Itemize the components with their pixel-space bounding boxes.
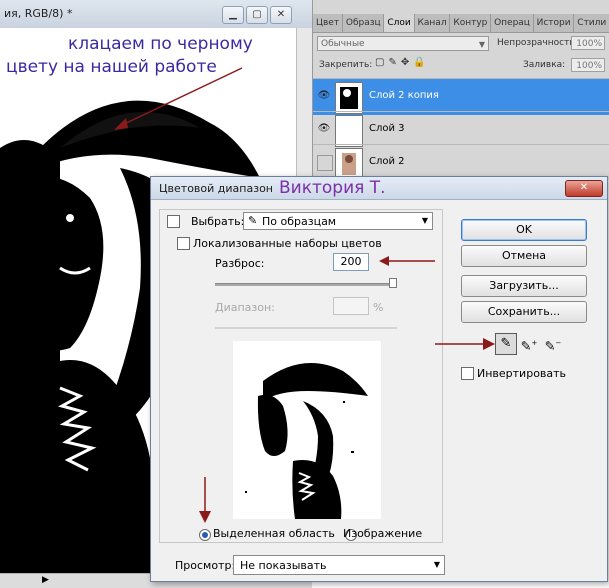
layer-name: Слой 2 копия: [369, 90, 439, 101]
blend-mode-value: Обычные: [321, 39, 365, 49]
tab-styles[interactable]: Стили: [574, 14, 609, 32]
fill-input[interactable]: 100%: [571, 58, 605, 72]
annotation-arrow-to-artwork-icon: [114, 67, 243, 130]
range-unit: %: [373, 301, 384, 314]
preview-dropdown[interactable]: Не показывать ▼: [233, 555, 445, 575]
chevron-down-icon: ▼: [433, 560, 440, 569]
tab-swatches[interactable]: Образц: [343, 14, 385, 32]
document-titlebar[interactable]: ия, RGB/8) * ▁ ▢ ✕: [0, 0, 312, 29]
image-radio-label: Изображение: [343, 527, 423, 540]
arrow-to-fuzziness-icon: [379, 256, 435, 266]
range-input[interactable]: [333, 297, 369, 315]
fuzziness-input[interactable]: 200: [333, 253, 369, 271]
eye-hidden-icon[interactable]: [317, 155, 333, 171]
tab-actions[interactable]: Операц: [491, 14, 534, 32]
select-dropdown-value: По образцам: [262, 215, 337, 228]
arrow-to-eyedropper-icon: [435, 338, 495, 350]
document-title: ия, RGB/8) *: [4, 7, 73, 20]
chevron-down-icon: ▼: [421, 216, 428, 225]
range-label: Диапазон:: [215, 301, 275, 314]
fuzziness-label: Разброс:: [215, 257, 265, 270]
tab-channels[interactable]: Канал: [415, 14, 451, 32]
status-play-icon[interactable]: ▶: [42, 575, 49, 585]
load-button[interactable]: Загрузить...: [461, 275, 587, 297]
opacity-input[interactable]: 100%: [571, 36, 605, 50]
preview-image: [245, 363, 368, 519]
opacity-label: Непрозрачность:: [497, 38, 578, 48]
layer-thumbnail: [335, 82, 363, 114]
chevron-down-icon: ▼: [478, 40, 485, 49]
tab-paths[interactable]: Контур: [450, 14, 492, 32]
selection-preview: [233, 341, 381, 519]
eyedropper-tool-icon[interactable]: ✎: [495, 333, 517, 355]
invert-checkbox[interactable]: [461, 367, 474, 380]
fill-label: Заливка:: [523, 60, 566, 70]
lock-icons[interactable]: ▢✎✥🔒: [375, 57, 430, 68]
minimize-button[interactable]: ▁: [222, 6, 244, 24]
ok-button[interactable]: OK: [461, 219, 587, 241]
layers-panel: Цвет Образц Слои Канал Контур Операц Ист…: [312, 0, 609, 180]
fuzziness-slider-thumb[interactable]: [389, 278, 397, 288]
eye-icon[interactable]: 👁: [317, 122, 331, 136]
fuzziness-slider-track[interactable]: [215, 283, 397, 286]
layer-row[interactable]: 👁 Слой 3: [313, 111, 609, 148]
cancel-button[interactable]: Отмена: [461, 245, 587, 267]
layer-thumbnail: [335, 115, 363, 147]
color-range-dialog: Цветовой диапазон ✕ Виктория Т. Выбрать:…: [150, 176, 608, 582]
selection-radio-label: Выделенная область: [213, 527, 335, 540]
layer-name: Слой 3: [369, 123, 405, 134]
tab-history[interactable]: Истори: [534, 14, 575, 32]
eyedropper-minus-icon[interactable]: ✎−: [543, 333, 563, 354]
dialog-close-button[interactable]: ✕: [565, 180, 603, 197]
layer-name: Слой 2: [369, 156, 405, 167]
layer-row-selected[interactable]: 👁 Слой 2 копия: [313, 78, 609, 115]
lock-label: Закрепить:: [319, 60, 373, 70]
localized-checkbox[interactable]: [177, 237, 190, 250]
invert-label: Инвертировать: [477, 367, 567, 380]
select-label: Выбрать:: [191, 215, 245, 228]
eye-icon[interactable]: 👁: [317, 89, 331, 103]
maximize-button[interactable]: ▢: [246, 6, 268, 24]
select-dropdown[interactable]: ✎ По образцам ▼: [243, 212, 433, 230]
annotation-line-1: клацаем по черному: [68, 34, 253, 54]
blend-mode-select[interactable]: Обычные ▼: [317, 36, 489, 51]
range-slider-track[interactable]: [215, 327, 397, 329]
eyedropper-plus-icon[interactable]: ✎+: [519, 333, 539, 354]
close-button[interactable]: ✕: [270, 6, 292, 24]
localized-label: Локализованные наборы цветов: [193, 237, 382, 250]
preview-dropdown-value: Не показывать: [240, 559, 327, 572]
tab-color[interactable]: Цвет: [313, 14, 343, 32]
panel-tabs: Цвет Образц Слои Канал Контур Операц Ист…: [313, 14, 609, 33]
eyedropper-icon: ✎: [248, 214, 258, 227]
author-annotation: Виктория Т.: [279, 178, 386, 198]
selection-radio[interactable]: [199, 529, 211, 541]
tab-layers[interactable]: Слои: [384, 14, 415, 32]
select-checkbox[interactable]: [167, 215, 180, 228]
arrow-to-selection-radio-icon: [199, 477, 211, 523]
save-button[interactable]: Сохранить...: [461, 301, 587, 323]
dialog-title: Цветовой диапазон: [159, 182, 273, 195]
preview-label: Просмотр:: [175, 559, 236, 572]
